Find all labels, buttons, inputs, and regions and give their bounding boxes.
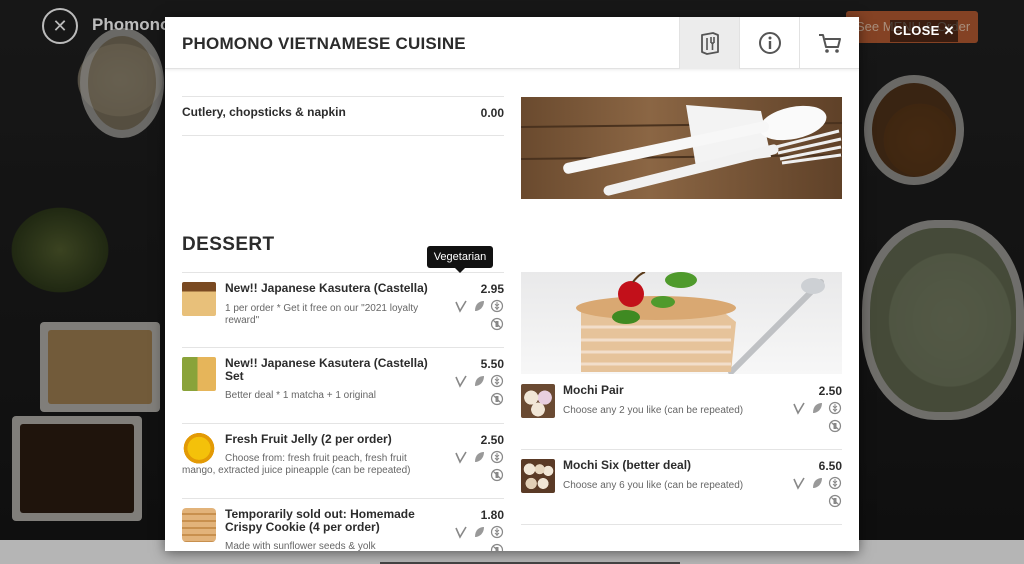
vegan-leaf-icon[interactable] — [472, 299, 486, 313]
item-thumbnail[interactable] — [182, 357, 216, 391]
item-name[interactable]: Temporarily sold out: Homemade Crispy Co… — [225, 508, 440, 534]
divider — [182, 498, 504, 499]
diet-icons — [450, 374, 504, 406]
menu-tab-button[interactable] — [679, 17, 739, 69]
modal-title: PHOMONO VIETNAMESE CUISINE — [182, 34, 466, 53]
item-description: Better deal * 1 matcha + 1 original — [225, 390, 376, 401]
gluten-free-icon[interactable] — [828, 401, 842, 415]
divider — [182, 347, 504, 348]
close-button[interactable]: CLOSE ✕ — [890, 20, 958, 42]
diet-icons — [450, 525, 504, 551]
cart-button[interactable] — [799, 17, 859, 69]
item-price: 1.80 — [480, 508, 504, 522]
vegetarian-tooltip: Vegetarian — [427, 246, 493, 273]
dairy-free-icon[interactable] — [490, 468, 504, 482]
item-name[interactable]: New!! Japanese Kasutera (Castella) — [225, 282, 440, 295]
divider — [182, 96, 504, 97]
brand-name: Phomono — [92, 15, 171, 34]
section-title-dessert: DESSERT — [182, 234, 275, 255]
vegan-leaf-icon[interactable] — [810, 476, 824, 490]
vegetarian-icon[interactable] — [792, 401, 806, 415]
dairy-free-icon[interactable] — [828, 419, 842, 433]
vegan-leaf-icon[interactable] — [472, 450, 486, 464]
divider — [182, 135, 504, 136]
dairy-free-icon[interactable] — [490, 317, 504, 331]
diet-icons — [450, 450, 504, 482]
item-description: Choose from: fresh fruit peach, fresh fr… — [182, 453, 411, 476]
item-price: 2.95 — [480, 282, 504, 296]
close-icon: ✕ — [943, 23, 955, 38]
gluten-free-icon[interactable] — [490, 450, 504, 464]
item-description: 1 per order * Get it free on our "2021 l… — [225, 303, 419, 326]
info-icon — [758, 32, 781, 54]
vegetarian-icon[interactable] — [454, 525, 468, 539]
cutlery-photo — [521, 97, 842, 199]
item-thumbnail[interactable] — [182, 282, 216, 316]
gluten-free-icon[interactable] — [490, 525, 504, 539]
item-thumbnail[interactable] — [182, 508, 216, 542]
item-price: 0.00 — [480, 106, 504, 120]
cake-illustration — [576, 272, 825, 374]
item-name[interactable]: Cutlery, chopsticks & napkin — [182, 106, 442, 119]
gluten-free-icon[interactable] — [490, 299, 504, 313]
item-name[interactable]: Mochi Pair — [563, 384, 778, 397]
vegetarian-icon[interactable] — [454, 374, 468, 388]
divider — [521, 449, 842, 450]
vegetarian-icon[interactable] — [454, 299, 468, 313]
vegan-leaf-icon[interactable] — [472, 525, 486, 539]
dairy-free-icon[interactable] — [490, 392, 504, 406]
dairy-free-icon[interactable] — [828, 494, 842, 508]
vegan-leaf-icon[interactable] — [810, 401, 824, 415]
gluten-free-icon[interactable] — [828, 476, 842, 490]
item-description: Choose any 6 you like (can be repeated) — [563, 480, 744, 491]
cart-icon — [818, 34, 841, 53]
diet-icons — [788, 401, 842, 433]
item-name[interactable]: Mochi Six (better deal) — [563, 459, 778, 472]
vegetarian-icon[interactable] — [792, 476, 806, 490]
close-label: CLOSE — [893, 23, 940, 38]
item-price: 2.50 — [480, 433, 504, 447]
logo-icon: ✕ — [42, 8, 78, 44]
item-price: 2.50 — [818, 384, 842, 398]
divider — [521, 524, 842, 525]
item-name[interactable]: New!! Japanese Kasutera (Castella) Set — [225, 357, 440, 383]
menu-modal: Cutlery, chopsticks & napkin 0.00 DESSER… — [165, 17, 859, 551]
dessert-photo — [521, 272, 842, 374]
gluten-free-icon[interactable] — [490, 374, 504, 388]
vegan-leaf-icon[interactable] — [472, 374, 486, 388]
modal-header: PHOMONO VIETNAMESE CUISINE — [165, 17, 859, 69]
menu-icon — [700, 32, 719, 55]
diet-icons — [788, 476, 842, 508]
item-price: 6.50 — [818, 459, 842, 473]
dairy-free-icon[interactable] — [490, 543, 504, 551]
item-name[interactable]: Fresh Fruit Jelly (2 per order) — [225, 433, 440, 446]
vegetarian-icon[interactable] — [454, 450, 468, 464]
cutlery-illustration — [521, 105, 842, 196]
item-thumbnail[interactable] — [521, 384, 555, 418]
diet-icons — [450, 299, 504, 331]
divider — [182, 423, 504, 424]
item-description: Choose any 2 you like (can be repeated) — [563, 405, 744, 416]
item-thumbnail[interactable] — [521, 459, 555, 493]
info-button[interactable] — [739, 17, 799, 69]
item-price: 5.50 — [480, 357, 504, 371]
item-description: Made with sunflower seeds & yolk — [225, 541, 376, 551]
